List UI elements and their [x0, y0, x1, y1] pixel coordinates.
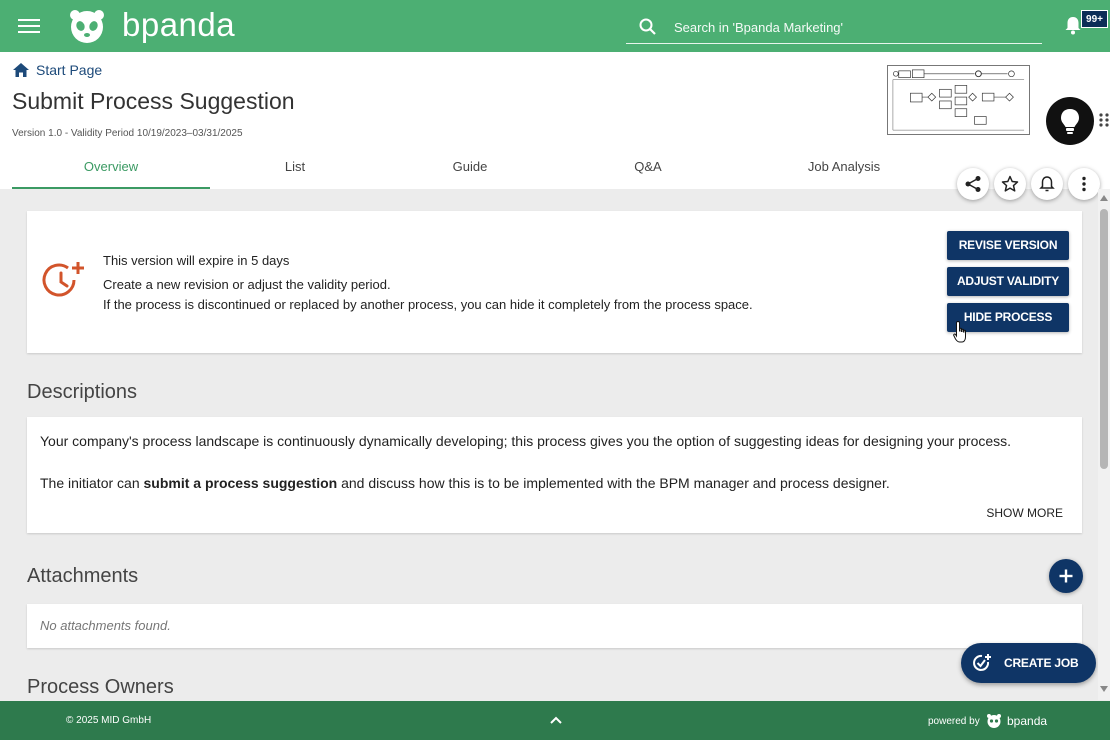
tab-list[interactable]: List [210, 152, 380, 189]
top-app-bar: bpanda 99+ [0, 0, 1110, 52]
share-button[interactable] [957, 168, 989, 200]
footer-brand: bpanda [1007, 714, 1048, 728]
vertical-scrollbar[interactable] [1098, 189, 1110, 700]
revise-version-button[interactable]: REVISE VERSION [947, 231, 1069, 260]
expiry-notice-card: This version will expire in 5 days Creat… [27, 211, 1082, 353]
notifications-bell-icon[interactable] [1064, 15, 1082, 35]
create-job-button[interactable]: CREATE JOB [961, 643, 1096, 683]
search-icon [639, 18, 656, 35]
description-text: The initiator can [40, 475, 144, 491]
breadcrumb[interactable]: Start Page [12, 61, 102, 79]
adjust-validity-button[interactable]: ADJUST VALIDITY [947, 267, 1069, 296]
share-icon [965, 176, 981, 192]
plus-icon [1059, 569, 1073, 583]
copyright-text: © 2025 MID GmbH [66, 715, 152, 726]
descriptions-card: Your company's process landscape is cont… [27, 417, 1082, 533]
chevron-up-icon[interactable] [549, 715, 563, 725]
favorite-button[interactable] [994, 168, 1026, 200]
show-more-button[interactable]: SHOW MORE [986, 506, 1063, 520]
scrollbar-thumb[interactable] [1100, 209, 1108, 469]
process-owners-heading: Process Owners [27, 676, 174, 698]
tab-guide[interactable]: Guide [380, 152, 560, 189]
home-icon [13, 63, 29, 77]
lightbulb-button[interactable] [1046, 97, 1094, 145]
task-check-icon [973, 654, 991, 671]
expiry-title: This version will expire in 5 days [103, 253, 290, 268]
description-bold-text: submit a process suggestion [143, 475, 338, 491]
notification-count-badge: 99+ [1081, 10, 1108, 28]
attachments-card: No attachments found. [27, 604, 1082, 648]
star-icon [1001, 175, 1019, 192]
hide-process-button[interactable]: HIDE PROCESS [947, 303, 1069, 332]
clock-add-icon [42, 262, 84, 297]
description-paragraph-2: The initiator can submit a process sugge… [40, 475, 890, 491]
page-header: Start Page Submit Process Suggestion Ver… [0, 52, 1110, 189]
description-text: and discuss how this is to be implemente… [337, 475, 890, 491]
scroll-up-arrow[interactable] [1100, 195, 1108, 201]
tab-bar: Overview List Guide Q&A Job Analysis [12, 152, 942, 189]
footer: © 2025 MID GmbH powered by bpanda [0, 701, 1110, 740]
lightbulb-icon [1061, 109, 1079, 134]
hamburger-menu-icon[interactable] [18, 16, 40, 36]
tab-qa[interactable]: Q&A [560, 152, 736, 189]
search-input[interactable] [674, 15, 1024, 39]
tab-job-analysis[interactable]: Job Analysis [736, 152, 952, 189]
breadcrumb-start-page[interactable]: Start Page [36, 62, 102, 78]
version-info: Version 1.0 - Validity Period 10/19/2023… [12, 128, 243, 139]
tab-overview[interactable]: Overview [12, 152, 210, 189]
create-job-label: CREATE JOB [1004, 656, 1079, 670]
brand-name: bpanda [122, 6, 236, 43]
bell-icon [1039, 176, 1055, 192]
apps-grid-icon[interactable] [1099, 113, 1109, 127]
more-options-button[interactable] [1068, 168, 1100, 200]
descriptions-heading: Descriptions [27, 381, 138, 403]
more-vertical-icon [1082, 176, 1086, 192]
description-paragraph-1: Your company's process landscape is cont… [40, 433, 1012, 449]
no-attachments-text: No attachments found. [40, 618, 171, 633]
page-title: Submit Process Suggestion [12, 88, 295, 114]
add-attachment-button[interactable] [1049, 559, 1083, 593]
expiry-line-2: If the process is discontinued or replac… [103, 297, 753, 312]
search-bar[interactable] [626, 10, 1042, 44]
subscribe-button[interactable] [1031, 168, 1063, 200]
scroll-down-arrow[interactable] [1100, 686, 1108, 692]
process-diagram-thumbnail[interactable] [887, 65, 1030, 135]
bpanda-logo-icon[interactable] [69, 8, 105, 44]
bpanda-footer-logo-icon [987, 714, 1001, 728]
expiry-line-1: Create a new revision or adjust the vali… [103, 277, 391, 292]
attachments-heading: Attachments [27, 565, 139, 587]
powered-by-text: powered by [928, 716, 980, 727]
